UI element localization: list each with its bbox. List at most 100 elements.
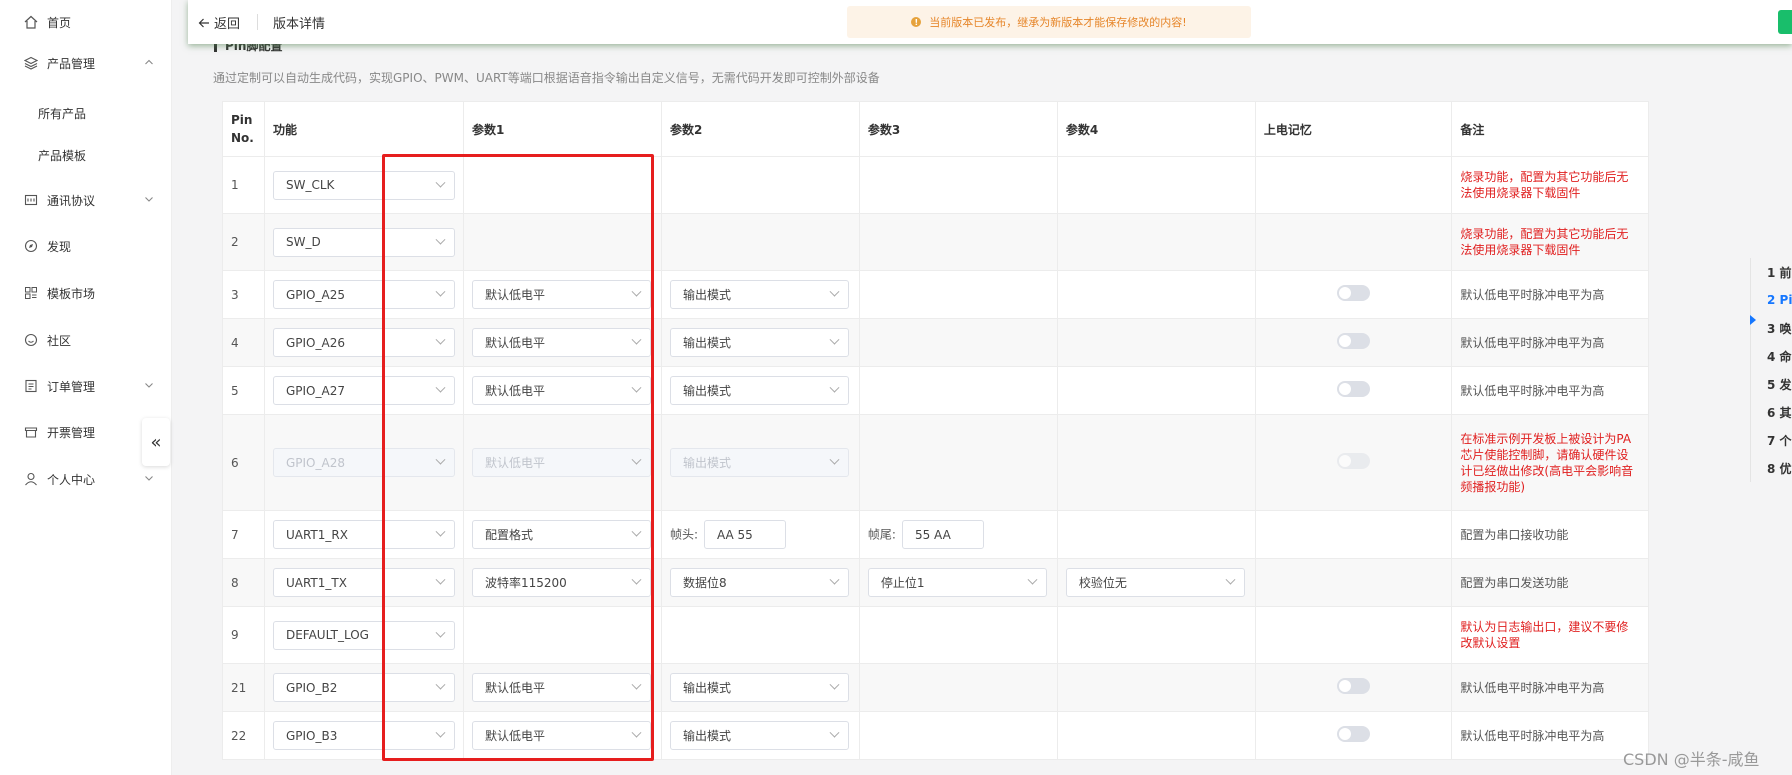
- function-select[interactable]: GPIO_A26: [272, 328, 455, 357]
- publish-button-edge[interactable]: [1778, 10, 1792, 34]
- table-cell: 帧尾: 55 AA: [858, 510, 1058, 559]
- param2-select[interactable]: 输出模式: [669, 673, 849, 702]
- param4-select[interactable]: 校验位无: [1065, 568, 1245, 597]
- table-cell: 3: [222, 270, 265, 319]
- nav-product-management[interactable]: 产品管理: [0, 48, 172, 78]
- param1-select-value: 默认低电平: [484, 288, 545, 302]
- toc-item[interactable]: 8 优: [1751, 454, 1792, 482]
- power-memory-toggle[interactable]: [1337, 333, 1371, 349]
- param1-select[interactable]: 默认低电平: [471, 448, 651, 477]
- chevron-down-icon: [631, 679, 642, 690]
- toc-item[interactable]: 2 Pi: [1751, 286, 1792, 314]
- table-cell: [1254, 558, 1453, 607]
- param2-select[interactable]: 输出模式: [669, 280, 849, 309]
- nav-template-market[interactable]: 模板市场: [0, 278, 172, 308]
- nav-order-management[interactable]: 订单管理: [0, 371, 172, 401]
- function-select[interactable]: GPIO_B3: [272, 721, 455, 750]
- param1-select[interactable]: 默认低电平: [471, 376, 651, 405]
- param2-select-value: 输出模式: [682, 456, 731, 470]
- table-cell: 波特率115200: [462, 558, 662, 607]
- power-memory-toggle[interactable]: [1337, 726, 1371, 742]
- param1-select[interactable]: 默认低电平: [471, 328, 651, 357]
- param2-select[interactable]: 输出模式: [669, 328, 849, 357]
- pin-number: 9: [231, 628, 239, 642]
- nav-home[interactable]: 首页: [0, 7, 172, 37]
- notice-banner: ! 当前版本已发布，继承为新版本才能保存修改的内容!: [847, 6, 1251, 38]
- function-select[interactable]: GPIO_B2: [272, 673, 455, 702]
- function-select[interactable]: DEFAULT_LOG: [272, 620, 455, 650]
- arrow-left-icon: [198, 18, 209, 27]
- nav-product-management-label: 产品管理: [47, 56, 96, 71]
- double-chevron-left-icon: «: [150, 431, 162, 453]
- table-cell: 输出模式: [660, 414, 860, 511]
- param2-select[interactable]: 输出模式: [669, 448, 849, 477]
- param3-select[interactable]: 停止位1: [867, 568, 1047, 597]
- table-cell: 默认低电平时脉冲电平为高: [1451, 270, 1649, 319]
- table-cell: GPIO_B2: [263, 663, 464, 712]
- toc-item[interactable]: 3 唤: [1751, 314, 1792, 342]
- nav-protocol[interactable]: 通讯协议: [0, 185, 172, 215]
- param2-select-value: 输出模式: [682, 681, 731, 695]
- frame-head-input[interactable]: AA 55: [703, 520, 786, 549]
- nav-personal-center[interactable]: 个人中心: [0, 464, 172, 494]
- power-memory-toggle[interactable]: [1337, 381, 1371, 397]
- param1-select[interactable]: 默认低电平: [471, 673, 651, 702]
- function-select[interactable]: GPIO_A25: [272, 280, 455, 309]
- function-select[interactable]: GPIO_A28: [272, 448, 455, 477]
- function-select[interactable]: UART1_TX: [272, 568, 455, 597]
- back-button[interactable]: 返回: [198, 13, 240, 32]
- table-cell: 默认为日志输出口，建议不要修改默认设置: [1451, 606, 1649, 664]
- function-select[interactable]: SW_D: [272, 227, 455, 257]
- function-select[interactable]: UART1_RX: [272, 520, 455, 549]
- function-select-value: UART1_TX: [285, 575, 347, 590]
- param2-select[interactable]: 数据位8: [669, 568, 849, 597]
- market-icon: [25, 287, 37, 299]
- toc-item[interactable]: 4 命: [1751, 342, 1792, 370]
- param2-select-value: 输出模式: [682, 729, 731, 743]
- pin-number: 6: [231, 455, 239, 470]
- order-icon: [25, 379, 37, 393]
- toc-item[interactable]: 1 前: [1751, 258, 1792, 286]
- param1-select[interactable]: 波特率115200: [471, 568, 651, 597]
- table-cell: 默认低电平时脉冲电平为高: [1451, 318, 1649, 367]
- param1-select[interactable]: 配置格式: [471, 520, 651, 549]
- table-cell: 配置格式: [462, 510, 662, 559]
- table-cell: 校验位无: [1056, 558, 1256, 607]
- toc-item[interactable]: 5 发: [1751, 370, 1792, 398]
- table-cell: [858, 156, 1058, 214]
- table-cell: [858, 318, 1058, 367]
- nav-all-products[interactable]: 所有产品: [0, 98, 172, 128]
- toc-item[interactable]: 7 个: [1751, 426, 1792, 454]
- note-text: 默认低电平时脉冲电平为高: [1460, 287, 1605, 302]
- param2-select[interactable]: 输出模式: [669, 721, 849, 750]
- pin-number: 21: [231, 680, 247, 695]
- home-icon: [24, 15, 38, 29]
- chevron-down-icon: [145, 476, 153, 481]
- note-text: 烧录功能，配置为其它功能后无法使用烧录器下载固件: [1460, 170, 1629, 200]
- warning-icon: !: [911, 17, 922, 27]
- invoice-icon: [24, 427, 38, 438]
- table-cell: 输出模式: [660, 366, 860, 415]
- toc-item[interactable]: 6 其: [1751, 398, 1792, 426]
- frame-tail-input[interactable]: 55 AA: [901, 520, 984, 549]
- chevron-up-icon: [145, 59, 153, 65]
- table-cell: [660, 156, 860, 214]
- function-select-value: GPIO_A25: [285, 287, 345, 302]
- param2-select[interactable]: 输出模式: [669, 376, 849, 405]
- table-row: 9 DEFAULT_LOG 默认为日志输出口，建议不要修改默认设置: [222, 606, 1649, 664]
- nav-community[interactable]: 社区: [0, 325, 172, 355]
- table-cell: 帧头: AA 55: [660, 510, 860, 559]
- chevron-down-icon: [435, 177, 446, 188]
- function-select[interactable]: SW_CLK: [272, 170, 455, 200]
- function-select[interactable]: GPIO_A27: [272, 376, 455, 405]
- nav-discover[interactable]: 发现: [0, 231, 172, 261]
- table-cell: 默认低电平时脉冲电平为高: [1451, 711, 1649, 760]
- chevron-down-icon: [145, 383, 153, 388]
- param1-select[interactable]: 默认低电平: [471, 280, 651, 309]
- sidebar-collapse-button[interactable]: «: [142, 418, 170, 466]
- power-memory-toggle[interactable]: [1337, 678, 1371, 694]
- param1-select[interactable]: 默认低电平: [471, 721, 651, 750]
- power-memory-toggle[interactable]: [1337, 285, 1371, 301]
- nav-product-templates[interactable]: 产品模板: [0, 140, 172, 170]
- section-description: 通过定制可以自动生成代码，实现GPIO、PWM、UART等端口根据语音指令输出自…: [213, 71, 880, 85]
